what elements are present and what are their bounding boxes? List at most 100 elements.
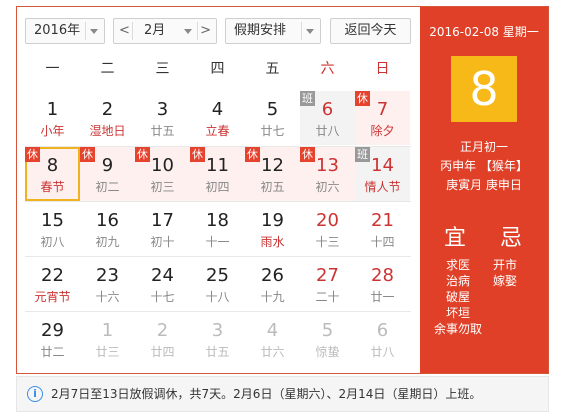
day-cell[interactable]: 2 廿四 [135, 312, 190, 366]
day-cell[interactable]: 24 十七 [135, 257, 190, 311]
week-row: 15 初八 16 初九 17 初十 18 十一 19 雨水 20 十三 21 十四 [25, 201, 411, 256]
lunar-label: 初八 [40, 235, 65, 249]
month-select-value: 2月 [144, 23, 166, 38]
day-number: 4 [211, 99, 224, 120]
day-number: 28 [371, 265, 394, 286]
lunar-label: 惊蛰 [315, 345, 340, 359]
day-cell[interactable]: 28 廿一 [355, 257, 410, 311]
lunar-month-day: 庚寅月 庚申日 [446, 178, 522, 192]
day-cell[interactable]: 27 二十 [300, 257, 355, 311]
holiday-select-value: 假期安排 [234, 23, 287, 38]
lunar-label: 小年 [40, 124, 65, 138]
day-cell[interactable]: 休 11 初四 [190, 147, 245, 201]
holiday-select[interactable]: 假期安排 [225, 18, 321, 44]
day-number: 8 [46, 155, 59, 176]
day-cell[interactable]: 20 十三 [300, 202, 355, 256]
day-cell[interactable]: 18 十一 [190, 202, 245, 256]
day-cell[interactable]: 班 6 廿八 [300, 91, 355, 145]
calendar-grid: 1 小年 2 湿地日 3 廿五 4 立春 5 廿七班 6 廿八休 7 除夕休 8 春节休 9 初二休 10 初三休 11… [25, 91, 411, 366]
day-cell[interactable]: 6 廿八 [355, 312, 410, 366]
day-cell[interactable]: 21 十四 [355, 202, 410, 256]
lunar-label: 初四 [205, 180, 230, 194]
day-cell[interactable]: 班 14 情人节 [355, 147, 410, 201]
day-number: 27 [316, 265, 339, 286]
day-number: 10 [151, 155, 174, 176]
day-cell[interactable]: 22 元宵节 [25, 257, 80, 311]
day-number: 17 [151, 210, 174, 231]
today-button[interactable]: 返回今天 [330, 18, 411, 44]
lunar-label: 廿八 [370, 345, 395, 359]
lunar-label: 廿七 [260, 124, 285, 138]
lunar-label: 廿四 [150, 345, 175, 359]
day-number: 13 [316, 155, 339, 176]
selected-date: 2016-02-08 星期一 [429, 25, 539, 39]
day-cell[interactable]: 17 初十 [135, 202, 190, 256]
year-select[interactable]: 2016年 [25, 18, 105, 44]
yi-title: 宜 [444, 226, 467, 251]
day-cell[interactable]: 2 湿地日 [80, 91, 135, 145]
lunar-label: 二十 [315, 290, 340, 304]
day-cell[interactable]: 26 十九 [245, 257, 300, 311]
day-number: 26 [261, 265, 284, 286]
day-cell[interactable]: 5 惊蛰 [300, 312, 355, 366]
day-number: 19 [261, 210, 284, 231]
day-cell[interactable]: 休 12 初五 [245, 147, 300, 201]
day-number: 25 [206, 265, 229, 286]
lunar-label: 除夕 [370, 124, 395, 138]
chevron-down-icon [306, 29, 314, 34]
prev-month-icon[interactable]: < [119, 24, 130, 38]
lunar-label: 初三 [150, 180, 175, 194]
day-cell[interactable]: 4 立春 [190, 91, 245, 145]
month-select[interactable]: < 2月 > [113, 18, 217, 44]
weekday-label: 日 [375, 61, 390, 77]
day-number: 29 [41, 320, 64, 341]
lunar-label: 初五 [260, 180, 285, 194]
day-cell[interactable]: 15 初八 [25, 202, 80, 256]
day-number: 4 [266, 320, 279, 341]
day-number: 15 [41, 210, 64, 231]
day-cell[interactable]: 4 廿六 [245, 312, 300, 366]
lunar-label: 情人节 [364, 180, 401, 194]
weekday-label: 六 [320, 61, 335, 77]
chevron-down-icon [184, 29, 192, 34]
day-cell[interactable]: 休 8 春节 [25, 147, 80, 201]
year-select-value: 2016年 [34, 23, 81, 38]
day-number: 24 [151, 265, 174, 286]
day-number: 1 [46, 99, 59, 120]
day-cell[interactable]: 休 7 除夕 [355, 91, 410, 145]
next-month-icon[interactable]: > [200, 24, 211, 38]
day-cell[interactable]: 25 十八 [190, 257, 245, 311]
day-cell[interactable]: 16 初九 [80, 202, 135, 256]
day-number: 18 [206, 210, 229, 231]
day-cell[interactable]: 23 十六 [80, 257, 135, 311]
yi-item: 余事勿取 [434, 322, 483, 336]
day-cell[interactable]: 3 廿五 [135, 91, 190, 145]
day-detail-panel: 2016-02-08 星期一 8 正月初一 丙申年 【猴年】 庚寅月 庚申日 宜… [420, 7, 548, 373]
lunar-label: 十三 [315, 235, 340, 249]
lunar-label: 十一 [205, 235, 230, 249]
week-row: 1 小年 2 湿地日 3 廿五 4 立春 5 廿七班 6 廿八休 7 除夕 [25, 91, 411, 146]
day-cell[interactable]: 3 廿五 [190, 312, 245, 366]
calendar-main: 2016年 < 2月 > 假期安排 返回今天 一 二 三 四 五 六 日 1 小年 2 湿地日 3 廿… [17, 7, 420, 373]
lunar-label: 廿六 [260, 345, 285, 359]
day-number: 6 [376, 320, 389, 341]
day-cell[interactable]: 1 小年 [25, 91, 80, 145]
lunar-label: 湿地日 [89, 124, 126, 138]
day-cell[interactable]: 休 13 初六 [300, 147, 355, 201]
day-number: 16 [96, 210, 119, 231]
day-cell[interactable]: 1 廿三 [80, 312, 135, 366]
day-number: 2 [101, 99, 114, 120]
day-cell[interactable]: 19 雨水 [245, 202, 300, 256]
yi-item: 破屋 [446, 290, 471, 304]
day-cell[interactable]: 29 廿二 [25, 312, 80, 366]
ji-title: 忌 [500, 226, 523, 251]
ji-list: 开市 嫁娶 [493, 257, 517, 289]
day-cell[interactable]: 5 廿七 [245, 91, 300, 145]
yi-item: 坏垣 [446, 306, 471, 320]
day-number: 7 [376, 99, 389, 120]
day-number: 20 [316, 210, 339, 231]
lunar-label: 十八 [205, 290, 230, 304]
week-row: 休 8 春节休 9 初二休 10 初三休 11 初四休 12 初五休 13 初六班 14 情人节 [25, 146, 411, 201]
day-cell[interactable]: 休 9 初二 [80, 147, 135, 201]
day-cell[interactable]: 休 10 初三 [135, 147, 190, 201]
